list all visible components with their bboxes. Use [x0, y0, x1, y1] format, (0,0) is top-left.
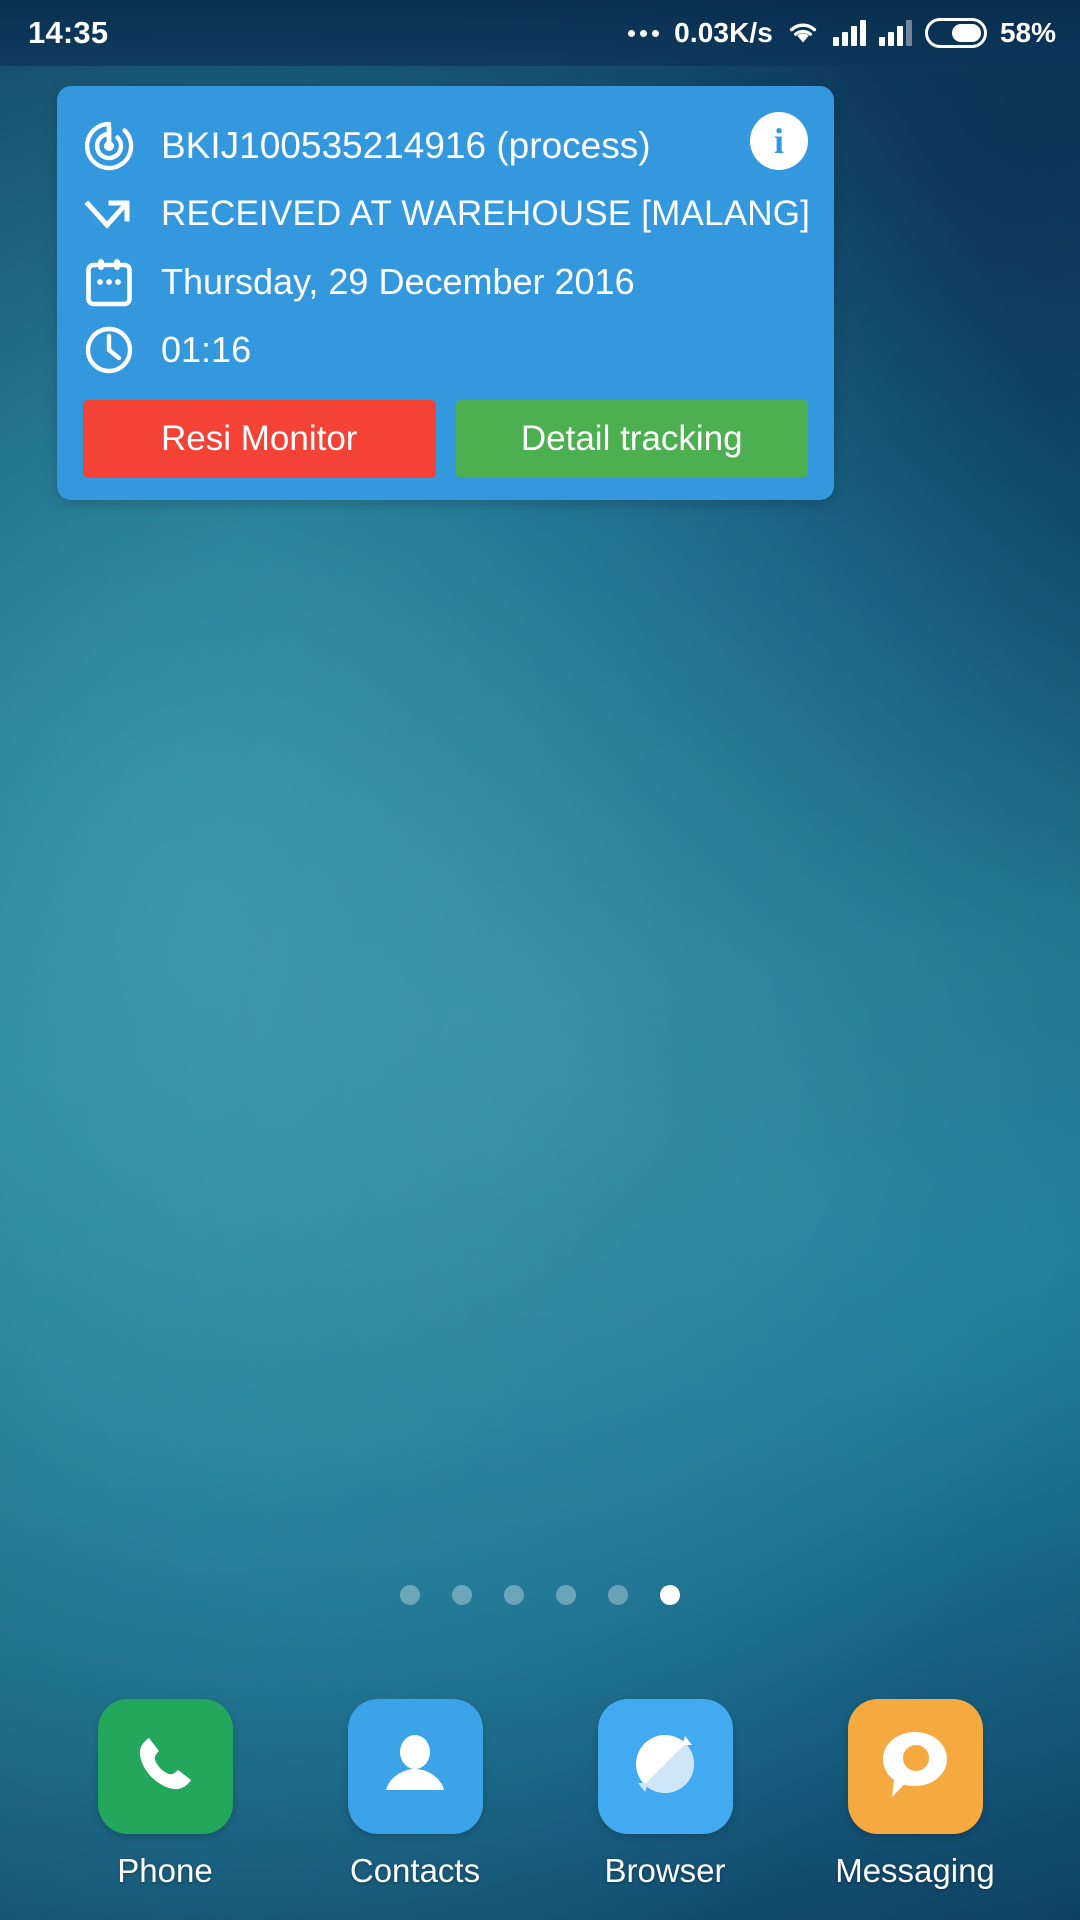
dock-label-messaging: Messaging	[835, 1852, 995, 1889]
contacts-tile[interactable]	[347, 1699, 483, 1834]
radar-tracking-icon	[83, 120, 135, 172]
signal-icon-2	[878, 20, 912, 46]
dock-item-phone[interactable]: Phone	[75, 1699, 255, 1890]
dock-label-phone: Phone	[117, 1852, 213, 1889]
resi-monitor-button[interactable]: Resi Monitor	[83, 400, 436, 478]
calendar-icon	[83, 256, 135, 308]
dock-label-browser: Browser	[604, 1852, 726, 1889]
detail-tracking-button[interactable]: Detail tracking	[455, 400, 808, 478]
contacts-icon	[375, 1724, 455, 1809]
zigzag-arrow-icon	[83, 188, 135, 240]
page-dot[interactable]	[556, 1585, 576, 1605]
browser-tile[interactable]	[597, 1699, 733, 1834]
page-indicator	[0, 1585, 1080, 1605]
tracking-date-label: Thursday, 29 December 2016	[161, 261, 635, 303]
tracking-number-label: BKIJ100535214916 (process)	[161, 124, 651, 166]
page-dot[interactable]	[400, 1585, 420, 1605]
status-bar: 14:35 0.03K/s 58%	[0, 0, 1080, 66]
dock-item-contacts[interactable]: Contacts	[325, 1699, 505, 1890]
page-dot[interactable]	[504, 1585, 524, 1605]
page-dot[interactable]	[608, 1585, 628, 1605]
wifi-icon	[786, 18, 820, 49]
battery-percent-label: 58%	[999, 17, 1056, 48]
battery-icon	[924, 18, 987, 48]
info-icon[interactable]: i	[750, 112, 808, 170]
tracking-number-row: BKIJ100535214916 (process)	[83, 112, 808, 180]
phone-icon	[125, 1724, 205, 1809]
tracking-date-row: Thursday, 29 December 2016	[83, 248, 808, 316]
tracking-widget[interactable]: i BKIJ100535214916 (process) RECEIVED AT…	[57, 86, 834, 500]
page-dot-active[interactable]	[660, 1585, 680, 1605]
clock-icon	[83, 324, 135, 376]
widget-actions: Resi Monitor Detail tracking	[83, 400, 808, 478]
network-speed-label: 0.03K/s	[674, 17, 773, 48]
tracking-time-label: 01:16	[161, 329, 252, 371]
dock-item-browser[interactable]: Browser	[575, 1699, 755, 1890]
phone-tile[interactable]	[97, 1699, 233, 1834]
messaging-tile[interactable]	[847, 1699, 983, 1834]
tracking-status-label: RECEIVED AT WAREHOUSE [MALANG]	[161, 193, 811, 233]
status-bar-right-cluster: 0.03K/s 58%	[628, 17, 1056, 49]
browser-icon	[624, 1723, 706, 1810]
more-dots-icon	[628, 29, 660, 37]
dock-label-contacts: Contacts	[349, 1852, 481, 1889]
info-icon-label: i	[773, 121, 784, 161]
status-clock: 14:35	[28, 15, 109, 50]
signal-icon-1	[832, 20, 866, 46]
tracking-status-row: RECEIVED AT WAREHOUSE [MALANG]	[83, 180, 811, 248]
page-dot[interactable]	[452, 1585, 472, 1605]
dock-item-messaging[interactable]: Messaging	[825, 1699, 1005, 1890]
tracking-time-row: 01:16	[83, 316, 808, 384]
messaging-icon	[874, 1723, 956, 1810]
dock: Phone Contacts Browser Messaging	[0, 1699, 1080, 1890]
battery-fill	[951, 24, 981, 42]
